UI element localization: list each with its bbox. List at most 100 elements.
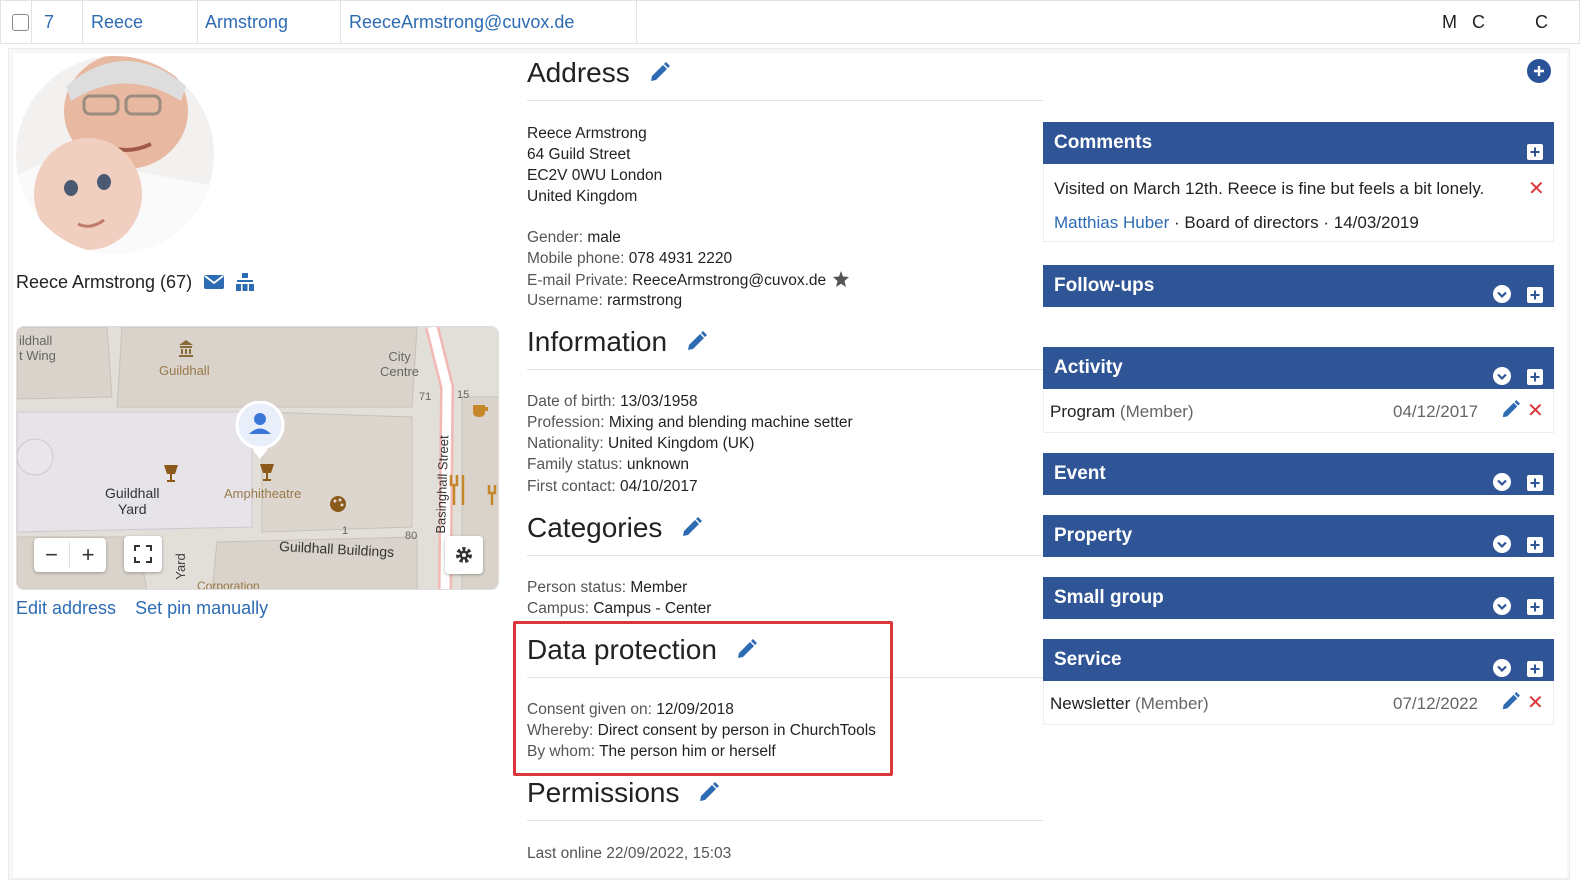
row-col-m: M [1442, 12, 1457, 32]
plus-square-icon[interactable] [1527, 277, 1543, 319]
row-first-name[interactable]: Reece [83, 1, 198, 43]
activity-item[interactable]: Program (Member) [1050, 402, 1194, 422]
cafe-icon [473, 405, 488, 417]
fullscreen-button[interactable] [124, 536, 162, 572]
information-title: Information [527, 326, 668, 357]
profile-icons [204, 273, 262, 291]
chevron-down-icon[interactable] [1493, 277, 1511, 319]
activity-body: Program (Member) 04/12/2017 ✕ [1043, 389, 1554, 433]
add-module-button[interactable] [1527, 59, 1551, 83]
envelope-icon[interactable] [204, 274, 224, 290]
plus-square-icon[interactable] [1527, 527, 1543, 569]
row-number[interactable]: 7 [31, 1, 83, 43]
event-header[interactable]: Event [1043, 453, 1554, 495]
location-map[interactable]: ildhall t Wing Guildhall City Centre Gui… [16, 326, 499, 590]
sitemap-icon[interactable] [236, 273, 255, 291]
plus-square-icon[interactable] [1527, 465, 1543, 507]
theatre-icon [260, 464, 274, 481]
delete-icon[interactable]: ✕ [1527, 401, 1544, 421]
pencil-icon[interactable] [1500, 400, 1520, 425]
pencil-icon[interactable] [648, 59, 670, 91]
landmark-icon [179, 340, 193, 357]
delete-icon[interactable]: ✕ [1527, 693, 1544, 713]
activity-title: Activity [1054, 357, 1123, 378]
zoom-in-button[interactable]: + [70, 542, 106, 568]
map-label-idhall: ildhall t Wing [19, 333, 56, 363]
map-label-guildhall: Guildhall [159, 363, 210, 378]
service-title: Service [1054, 649, 1122, 670]
gear-icon [456, 547, 472, 563]
pencil-icon[interactable] [697, 779, 720, 811]
comment-meta: Matthias Huber · Board of directors · 14… [1054, 213, 1419, 232]
information-section-header: Information [527, 326, 1043, 370]
categories-section-header: Categories [527, 512, 1043, 556]
location-pin-icon[interactable] [234, 401, 286, 461]
set-pin-link[interactable]: Set pin manually [135, 598, 268, 618]
map-label-n71: 71 [419, 391, 432, 403]
permissions-title: Permissions [527, 777, 680, 808]
map-links: Edit address Set pin manually [16, 598, 282, 619]
gender-line: Gender: male [527, 229, 621, 246]
activity-header[interactable]: Activity [1043, 347, 1554, 389]
fullscreen-icon [134, 545, 152, 563]
nationality-line: Nationality: United Kingdom (UK) [527, 435, 755, 452]
address-line-4: United Kingdom [527, 188, 638, 205]
person-status-line: Person status: Member [527, 579, 688, 596]
pencil-icon[interactable] [685, 328, 707, 360]
pencil-icon[interactable] [1500, 692, 1520, 717]
address-title: Address [527, 57, 630, 88]
service-date: 07/12/2022 [1393, 694, 1479, 713]
service-item[interactable]: Newsletter (Member) [1050, 694, 1209, 714]
username-line: Username: rarmstrong [527, 292, 683, 309]
map-label-n15: 15 [457, 389, 470, 401]
chevron-down-icon[interactable] [1493, 527, 1511, 569]
palette-icon [330, 496, 346, 512]
restaurant-icon [449, 475, 465, 505]
row-last-name[interactable]: Armstrong [198, 1, 341, 43]
comment-author-link[interactable]: Matthias Huber [1054, 213, 1169, 232]
theatre-icon [164, 465, 178, 482]
chevron-down-icon[interactable] [1493, 465, 1511, 507]
row-checkbox[interactable] [12, 14, 29, 31]
map-label-n80: 80 [405, 530, 418, 542]
last-online-line: Last online 22/09/2022, 15:03 [527, 845, 732, 862]
zoom-out-button[interactable]: − [34, 542, 70, 568]
service-header[interactable]: Service [1043, 639, 1554, 681]
mobile-line: Mobile phone: 078 4931 2220 [527, 250, 733, 267]
profession-line: Profession: Mixing and blending machine … [527, 414, 853, 431]
comment-text: Visited on March 12th. Reece is fine but… [1054, 179, 1485, 198]
person-list-row[interactable]: 7 Reece Armstrong ReeceArmstrong@cuvox.d… [0, 0, 1580, 44]
row-col-c2: C [1535, 12, 1548, 32]
comments-header[interactable]: Comments [1043, 122, 1554, 164]
permissions-section-header: Permissions [527, 777, 1043, 821]
followups-box: Follow-ups [1043, 265, 1554, 307]
star-icon [833, 271, 850, 287]
delete-icon[interactable]: ✕ [1528, 179, 1545, 199]
data-protection-highlight [513, 621, 893, 776]
service-body: Newsletter (Member) 07/12/2022 ✕ [1043, 681, 1554, 725]
pencil-icon[interactable] [680, 514, 703, 546]
first-contact-line: First contact: 04/10/2017 [527, 478, 698, 495]
plus-square-icon[interactable] [1527, 589, 1543, 631]
smallgroup-header[interactable]: Small group [1043, 577, 1554, 619]
person-name-age: Reece Armstrong (67) [16, 272, 193, 292]
avatar[interactable] [16, 56, 214, 254]
email-line: E-mail Private: ReeceArmstrong@cuvox.de [527, 271, 850, 290]
row-email[interactable]: ReeceArmstrong@cuvox.de [341, 1, 637, 43]
map-settings-button[interactable] [445, 536, 483, 574]
map-label-guildhall-yard: Guildhall Yard [105, 485, 160, 517]
followups-header[interactable]: Follow-ups [1043, 265, 1554, 307]
property-header[interactable]: Property [1043, 515, 1554, 557]
plus-icon [1534, 66, 1544, 76]
edit-address-link[interactable]: Edit address [16, 598, 116, 618]
categories-title: Categories [527, 512, 663, 543]
event-title: Event [1054, 463, 1106, 484]
chevron-down-icon[interactable] [1493, 589, 1511, 631]
smallgroup-box: Small group [1043, 577, 1554, 619]
map-label-yard: Yard [172, 553, 188, 580]
map-label-city-centre: City Centre [380, 349, 420, 379]
row-col-c1: C [1472, 12, 1485, 32]
comments-body: Visited on March 12th. Reece is fine but… [1043, 164, 1554, 242]
map-zoom-controls: − + [34, 538, 106, 572]
address-line-3: EC2V 0WU London [527, 167, 663, 184]
